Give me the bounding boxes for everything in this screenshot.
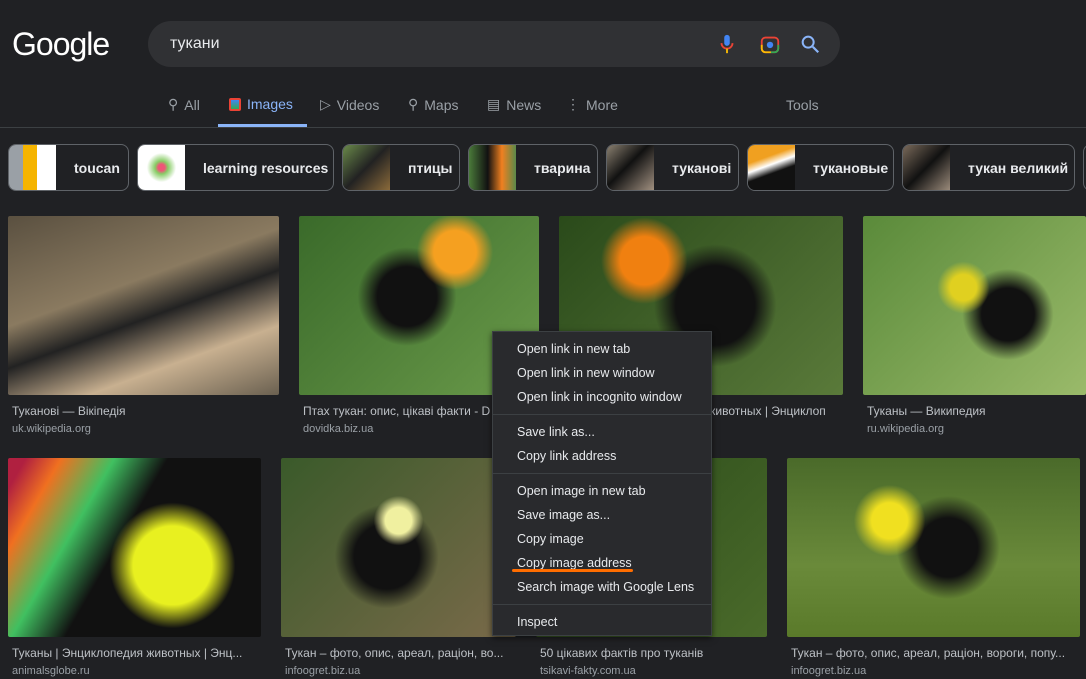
menu-open-link-new-window[interactable]: Open link in new window (517, 366, 655, 380)
chip-tukan-velykyi[interactable]: тукан великий (902, 144, 1075, 191)
result-source[interactable]: infoogret.biz.ua (791, 665, 866, 677)
result-source[interactable]: infoogret.biz.ua (285, 665, 360, 677)
result-source[interactable]: tsikavi-fakty.com.ua (540, 665, 636, 677)
tab-all[interactable]: ⚲ All (168, 96, 200, 113)
menu-copy-image-address[interactable]: Copy image address (517, 556, 632, 570)
chip-thumbnail (903, 145, 950, 190)
menu-copy-link-address[interactable]: Copy link address (517, 449, 616, 463)
image-icon (229, 97, 241, 111)
chip-learning-resources[interactable]: learning resources (137, 144, 334, 191)
search-icon: ⚲ (168, 96, 179, 112)
result-source[interactable]: ru.wikipedia.org (867, 423, 944, 435)
chip-tukanovi[interactable]: туканові (606, 144, 739, 191)
news-icon: ▤ (487, 96, 501, 112)
menu-inspect[interactable]: Inspect (517, 615, 557, 629)
tab-videos[interactable]: ▷ Videos (320, 96, 379, 113)
mic-icon[interactable] (716, 33, 738, 55)
search-input[interactable]: тукани (170, 35, 220, 53)
menu-copy-image[interactable]: Copy image (517, 532, 584, 546)
tab-maps[interactable]: ⚲ Maps (408, 96, 459, 113)
search-icon[interactable] (799, 33, 821, 55)
chip-tvaryna[interactable]: тварина (468, 144, 598, 191)
search-box[interactable]: тукани (148, 21, 840, 67)
chip-thumbnail (138, 145, 185, 190)
chip-thumbnail (9, 145, 56, 190)
result-title[interactable]: Туканы | Энциклопедия животных | Энц... (12, 646, 262, 660)
result-image[interactable] (8, 216, 279, 395)
result-source[interactable]: dovidka.biz.ua (303, 423, 373, 435)
chip-thumbnail (343, 145, 390, 190)
menu-search-google-lens[interactable]: Search image with Google Lens (517, 580, 694, 594)
divider (0, 127, 1086, 128)
menu-separator (493, 473, 711, 474)
result-title[interactable]: Туканы — Википедия (867, 404, 1082, 418)
context-menu: Open link in new tab Open link in new wi… (492, 331, 712, 636)
chip-thumbnail (607, 145, 654, 190)
chip-ptitsy[interactable]: птицы (342, 144, 460, 191)
map-pin-icon: ⚲ (408, 96, 419, 112)
menu-separator (493, 414, 711, 415)
more-vert-icon: ⋮ (566, 96, 580, 112)
result-image[interactable] (8, 458, 261, 637)
google-lens-icon[interactable] (759, 33, 781, 55)
result-title[interactable]: Птах тукан: опис, цікаві факти - D (303, 404, 498, 418)
google-logo[interactable]: Google (12, 26, 110, 63)
play-icon: ▷ (320, 96, 331, 112)
tab-images[interactable]: Images (229, 96, 293, 112)
tab-news[interactable]: ▤ News (487, 96, 541, 113)
highlight-underline (512, 569, 633, 572)
tools-button[interactable]: Tools (786, 97, 819, 113)
menu-open-link-incognito[interactable]: Open link in incognito window (517, 390, 682, 404)
menu-save-image-as[interactable]: Save image as... (517, 508, 610, 522)
chip-tukanovye[interactable]: тукановые (747, 144, 894, 191)
chip-toucan[interactable]: toucan (8, 144, 129, 191)
result-image[interactable] (787, 458, 1080, 637)
tab-more[interactable]: ⋮ More (566, 96, 618, 113)
menu-save-link-as[interactable]: Save link as... (517, 425, 595, 439)
result-title[interactable]: Тукан – фото, опис, ареал, раціон, во... (285, 646, 517, 660)
chip-thumbnail (469, 145, 516, 190)
menu-open-link-new-tab[interactable]: Open link in new tab (517, 342, 630, 356)
result-title[interactable]: Тукан – фото, опис, ареал, раціон, ворог… (791, 646, 1081, 660)
menu-open-image-new-tab[interactable]: Open image in new tab (517, 484, 646, 498)
chip-thumbnail (748, 145, 795, 190)
result-source[interactable]: animalsglobe.ru (12, 665, 90, 677)
result-title[interactable]: Туканові — Вікіпедія (12, 404, 277, 418)
result-image[interactable] (863, 216, 1086, 395)
menu-separator (493, 604, 711, 605)
result-source[interactable]: uk.wikipedia.org (12, 423, 91, 435)
result-title[interactable]: 50 цікавих фактів про туканів (540, 646, 768, 660)
result-image[interactable] (281, 458, 516, 637)
